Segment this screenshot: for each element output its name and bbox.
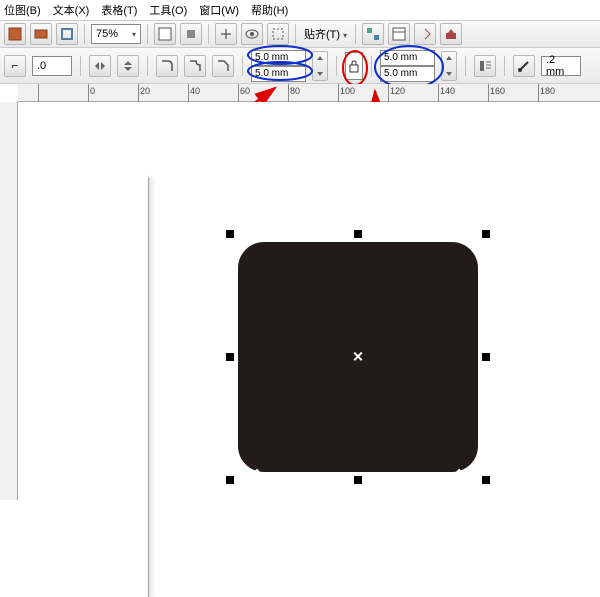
toolbar-properties: ⌐ .0 5.0 mm 5.0 mm 5.0 mm 5.0 mm .2 mm [0,48,600,84]
ruler-label: 160 [490,86,505,96]
tool-export-icon[interactable] [414,23,436,45]
corner-chamfer-icon[interactable] [212,55,234,77]
ruler-label: 20 [140,86,150,96]
menu-table[interactable]: 表格(T) [101,2,137,18]
selection-handle-nw[interactable] [226,230,234,238]
snap-dropdown[interactable]: 贴齐(T) ▾ [302,26,349,42]
separator [504,56,505,76]
menu-tools[interactable]: 工具(O) [149,2,187,18]
separator [355,24,356,44]
ruler-tick [188,84,189,102]
menu-window[interactable]: 窗口(W) [199,2,239,18]
corner-node-br[interactable] [455,469,463,477]
spinner-buttons-icon[interactable] [312,51,328,81]
ruler-label: 100 [340,86,355,96]
menu-help[interactable]: 帮助(H) [251,2,288,18]
ruler-horizontal: 0 20 40 60 80 100 120 140 160 180 [18,84,600,102]
page-edge [148,177,150,597]
ruler-label: 180 [540,86,555,96]
corner-radius-top-right-input[interactable]: 5.0 mm [380,50,435,66]
selection-handle-se[interactable] [482,476,490,484]
menu-text[interactable]: 文本(X) [53,2,90,18]
separator [80,56,81,76]
ruler-tick [538,84,539,102]
toolbar-main: 75%▾ 贴齐(T) ▾ [0,20,600,48]
ruler-tick [338,84,339,102]
tool-snap-icon[interactable] [267,23,289,45]
mirror-h-icon[interactable] [89,55,111,77]
separator [208,24,209,44]
menu-bar: 位图(B) 文本(X) 表格(T) 工具(O) 窗口(W) 帮助(H) [0,0,600,20]
selection-handle-w[interactable] [226,353,234,361]
selection-handle-e[interactable] [482,353,490,361]
tool-icon-3[interactable] [56,23,78,45]
separator [147,56,148,76]
corner-scallop-icon[interactable] [184,55,206,77]
selected-shape[interactable]: ✕ [228,232,488,482]
ruler-label: 60 [240,86,250,96]
corner-radius-bottom-left-input[interactable]: 5.0 mm [251,66,306,82]
chevron-down-icon: ▾ [343,31,347,40]
ruler-label: 40 [190,86,200,96]
ruler-tick [238,84,239,102]
corner-type-chamfer-icon[interactable]: ⌐ [4,55,26,77]
ruler-label: 0 [90,86,95,96]
rotation-input[interactable]: .0 [32,56,72,76]
tool-icon-2[interactable] [30,23,52,45]
ruler-label: 140 [440,86,455,96]
tool-preview-icon[interactable] [154,23,176,45]
corner-radius-left-group: 5.0 mm 5.0 mm [251,50,306,82]
mirror-v-icon[interactable] [117,55,139,77]
selection-handle-s[interactable] [354,476,362,484]
selection-handle-ne[interactable] [482,230,490,238]
lock-icon [348,59,360,73]
wrap-text-icon[interactable] [474,55,496,77]
canvas[interactable]: ✕ [18,102,600,500]
ruler-vertical [0,102,18,500]
ruler-tick [88,84,89,102]
ruler-tick [288,84,289,102]
ruler-tick [438,84,439,102]
zoom-level-input[interactable]: 75%▾ [91,24,141,44]
tool-options-icon[interactable] [362,23,384,45]
tool-layout-icon[interactable] [388,23,410,45]
tool-align-icon[interactable] [215,23,237,45]
separator [147,24,148,44]
corner-round-icon[interactable] [156,55,178,77]
spinner-buttons-icon[interactable] [441,51,457,81]
ruler-tick [138,84,139,102]
selection-handle-n[interactable] [354,230,362,238]
outline-width-input[interactable]: .2 mm [541,56,581,76]
separator [465,56,466,76]
tool-icon-1[interactable] [4,23,26,45]
separator [295,24,296,44]
separator [84,24,85,44]
corner-radius-top-left-input[interactable]: 5.0 mm [251,50,306,66]
corner-radius-bottom-right-input[interactable]: 5.0 mm [380,66,435,82]
ruler-tick [488,84,489,102]
separator [242,56,243,76]
center-marker-icon: ✕ [352,349,364,366]
ruler-tick [38,84,39,102]
tool-full-icon[interactable] [180,23,202,45]
separator [371,56,372,76]
chevron-down-icon: ▾ [132,30,136,39]
corner-radius-right-group: 5.0 mm 5.0 mm [380,50,435,82]
ruler-label: 80 [290,86,300,96]
separator [336,56,337,76]
lock-corners-button[interactable] [345,52,363,80]
menu-bitmap[interactable]: 位图(B) [4,2,41,18]
ruler-tick [388,84,389,102]
outline-pen-icon[interactable] [513,55,535,77]
ruler-label: 120 [390,86,405,96]
tool-launch-icon[interactable] [440,23,462,45]
selection-handle-sw[interactable] [226,476,234,484]
tool-visibility-icon[interactable] [241,23,263,45]
